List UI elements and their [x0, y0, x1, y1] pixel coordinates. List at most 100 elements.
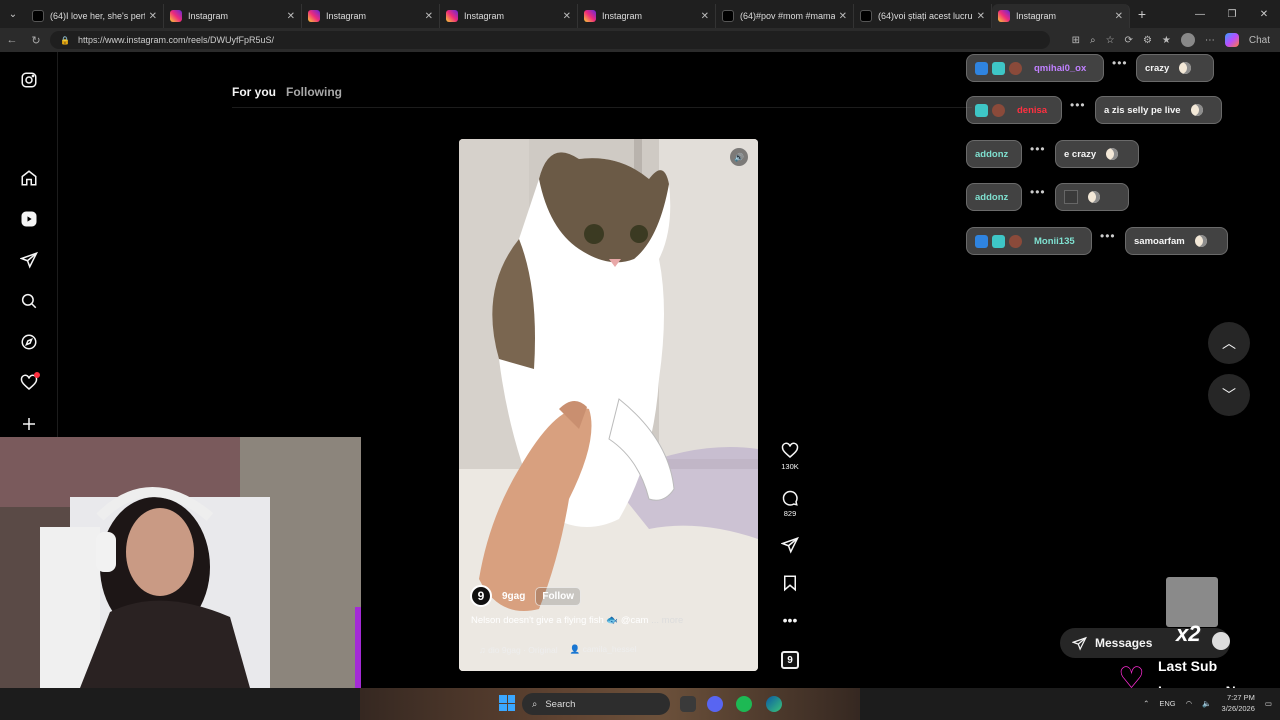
tagged-user[interactable]: 👤 camila_hessel [570, 644, 637, 655]
favorites-icon[interactable]: ★ [1162, 35, 1171, 46]
minimize-icon[interactable]: — [1184, 0, 1216, 28]
close-tab-icon[interactable]: ✕ [425, 11, 433, 22]
more-menu-icon[interactable]: ⋯ [1205, 35, 1215, 46]
home-icon[interactable] [19, 168, 39, 188]
heart-icon [781, 442, 799, 458]
browser-tab[interactable]: (64)voi știați acest lucru? 🤔 ✕ [854, 4, 992, 28]
file-explorer-icon[interactable] [680, 696, 696, 712]
author-name[interactable]: 9gag [502, 591, 525, 602]
browser-tab[interactable]: Instagram ✕ [578, 4, 716, 28]
cat-gif-overlay [1166, 577, 1218, 627]
create-plus-icon[interactable] [19, 414, 39, 434]
chat-user-name: addonz [975, 148, 1009, 160]
close-tab-icon[interactable]: ✕ [977, 11, 985, 22]
instagram-logo-icon[interactable] [19, 70, 39, 90]
comment-button[interactable]: 829 [776, 489, 804, 518]
reel-video[interactable]: 🔊 9 9gag Follow Nelson doesn't give a fl… [459, 139, 758, 671]
back-icon[interactable]: ← [0, 28, 24, 52]
browser-tab[interactable]: Instagram ✕ [164, 4, 302, 28]
tab-for-you[interactable]: For you [232, 85, 276, 99]
tray-chevron-icon[interactable]: ⌃ [1143, 699, 1149, 708]
close-window-icon[interactable]: ✕ [1248, 0, 1280, 28]
original-audio-thumb[interactable]: 9 [776, 651, 804, 669]
mute-icon[interactable]: 🔊 [730, 148, 748, 166]
streamer-webcam [0, 437, 361, 688]
author-avatar[interactable]: 9 [470, 585, 492, 607]
wifi-icon[interactable]: ◠ [1186, 699, 1193, 708]
tab-following[interactable]: Following [286, 85, 342, 99]
close-tab-icon[interactable]: ✕ [1115, 11, 1123, 22]
system-tray: ⌃ ENG ◠ 🔈 7:27 PM 3/26/2026 ▭ [1143, 692, 1272, 714]
like-button[interactable]: 130K [776, 442, 804, 471]
audio-info[interactable]: ♫ dio 9gag · Original [479, 645, 558, 655]
browser-tab-active[interactable]: Instagram ✕ [992, 4, 1130, 28]
chat-user-name: qmihai0_ox [1034, 62, 1087, 74]
volume-icon[interactable]: 🔈 [1202, 699, 1211, 708]
windows-start-icon[interactable] [499, 695, 515, 711]
spotify-icon[interactable] [736, 696, 752, 712]
extensions-icon[interactable]: ⚙ [1143, 35, 1152, 46]
chat-user-name: addonz [975, 191, 1009, 203]
chat-dots: ••• [1112, 56, 1128, 70]
music-note-icon: ♫ [479, 644, 486, 655]
language-indicator[interactable]: ENG [1159, 699, 1175, 708]
reels-icon[interactable] [19, 209, 39, 229]
browser-tab[interactable]: (64)I love her, she's perfect ❤️ ✕ [26, 4, 164, 28]
comment-icon [782, 490, 798, 506]
address-bar-row: ← ↻ 🔒 https://www.instagram.com/reels/DW… [0, 28, 1280, 52]
profile-avatar[interactable] [1180, 33, 1195, 47]
url-text: https://www.instagram.com/reels/DWUyfFpR… [77, 35, 275, 45]
discord-icon[interactable] [707, 696, 723, 712]
tab-list-icon[interactable]: ⌄ [0, 0, 26, 28]
refresh-page-icon[interactable]: ⟳ [1125, 35, 1133, 46]
search-icon[interactable] [19, 291, 39, 311]
browser-tab[interactable]: Instagram ✕ [302, 4, 440, 28]
url-field[interactable]: 🔒 https://www.instagram.com/reels/DWUyfF… [50, 31, 1050, 49]
new-tab-button[interactable]: + [1130, 0, 1154, 28]
close-tab-icon[interactable]: ✕ [701, 11, 709, 22]
close-tab-icon[interactable]: ✕ [149, 11, 157, 22]
chat-message-text: crazy [1145, 62, 1170, 74]
next-reel-button[interactable]: ﹀ [1208, 374, 1250, 416]
messages-button[interactable]: Messages [1060, 628, 1230, 658]
chat-username: Monii135 [966, 227, 1092, 255]
follow-button[interactable]: Follow [535, 586, 582, 606]
badge-icon [992, 61, 1005, 75]
copilot-icon[interactable] [1224, 33, 1239, 47]
copilot-label[interactable]: Chat [1249, 35, 1270, 46]
more-options-icon[interactable]: ••• [776, 612, 804, 628]
tab-label: (64)#pov #mom #mama | Ti [740, 11, 835, 21]
edge-icon[interactable] [766, 696, 782, 712]
caption-more-link[interactable]: ... more [651, 615, 683, 626]
share-icon [781, 536, 799, 554]
tab-label: Instagram [1016, 11, 1057, 21]
refresh-icon[interactable]: ↻ [24, 28, 48, 52]
chat-message: samoarfam [1125, 227, 1228, 255]
browser-tab[interactable]: (64)#pov #mom #mama | Ti ✕ [716, 4, 854, 28]
close-tab-icon[interactable]: ✕ [563, 11, 571, 22]
message-avatar[interactable] [1212, 632, 1230, 650]
share-button[interactable] [776, 536, 804, 554]
explore-icon[interactable] [19, 332, 39, 352]
close-tab-icon[interactable]: ✕ [287, 11, 295, 22]
tiktok-icon [722, 10, 734, 22]
save-button[interactable] [776, 574, 804, 592]
notifications-heart-icon[interactable] [19, 372, 40, 393]
direct-messages-icon[interactable] [19, 250, 39, 270]
favorite-star-icon[interactable]: ☆ [1106, 35, 1115, 46]
tagged-username: camila_hessel [582, 644, 637, 654]
close-tab-icon[interactable]: ✕ [839, 11, 847, 22]
previous-reel-button[interactable]: ︿ [1208, 322, 1250, 364]
restore-icon[interactable]: ❐ [1216, 0, 1248, 28]
reel-caption: Nelson doesn't give a flying fish 🐟 @cam… [471, 615, 683, 626]
zoom-icon[interactable]: ⌕ [1090, 35, 1096, 46]
tab-label: Instagram [326, 11, 367, 21]
apps-icon[interactable]: ⊞ [1072, 35, 1080, 46]
messages-label: Messages [1095, 636, 1153, 650]
taskbar-search[interactable]: ⌕ Search [522, 693, 670, 715]
browser-tab[interactable]: Instagram ✕ [440, 4, 578, 28]
chat-message-text: a zis selly pe live [1104, 104, 1181, 116]
notification-bell-icon[interactable]: ▭ [1265, 699, 1272, 708]
clock[interactable]: 7:27 PM 3/26/2026 [1222, 692, 1255, 714]
direct-icon [1072, 636, 1087, 651]
